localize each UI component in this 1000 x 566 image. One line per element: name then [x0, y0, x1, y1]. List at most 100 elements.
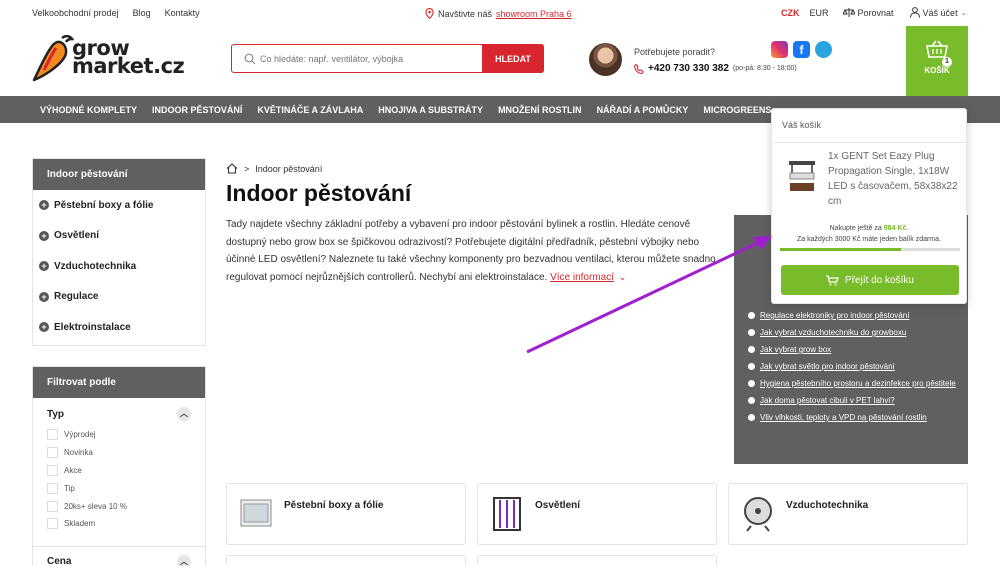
- top-right: CZK EUR Porovnat Váš účet ⌄: [781, 7, 966, 18]
- filter-option[interactable]: Akce: [33, 462, 205, 480]
- nav-item-tools[interactable]: NÁŘADÍ A POMŮCKY: [597, 105, 689, 115]
- home-icon[interactable]: [226, 163, 238, 174]
- sidebar-item-regulation[interactable]: + Regulace: [33, 282, 205, 313]
- user-icon: [909, 7, 920, 18]
- filter-option-label: Skladem: [64, 519, 96, 529]
- sidebar-item-label: Elektroinstalace: [54, 321, 131, 333]
- product-thumbnail[interactable]: [788, 157, 816, 193]
- article-link[interactable]: Hygiena pěstebního prostoru a dezinfekce…: [748, 378, 958, 389]
- filter-option[interactable]: 20ks+ sleva 10 %: [33, 497, 205, 515]
- logo-line-2: market.cz: [72, 54, 185, 78]
- search-bar: HLEDAT: [231, 44, 544, 73]
- checkbox[interactable]: [47, 464, 58, 476]
- filter-panel: Filtrovat podle Typ ︿ Výprodej Novinka Ak…: [32, 366, 206, 566]
- facebook-icon[interactable]: f: [793, 41, 810, 58]
- fan-icon: [744, 497, 772, 532]
- chevron-up-icon[interactable]: ︿: [177, 407, 191, 421]
- telegram-icon[interactable]: [815, 41, 832, 58]
- light-fixture-icon: [493, 497, 521, 531]
- search-icon: [244, 53, 256, 64]
- top-link-wholesale[interactable]: Velkoobchodní prodej: [32, 8, 119, 18]
- category-card-label: Pěstební boxy a fólie: [284, 500, 384, 511]
- nav-item-bundles[interactable]: VÝHODNÉ KOMPLETY: [40, 105, 137, 115]
- chevron-down-icon[interactable]: ⌄: [619, 272, 627, 282]
- category-description: Tady najdete všechny základní potřeby a …: [226, 216, 726, 286]
- category-card-ventilation[interactable]: Vzduchotechnika: [728, 483, 968, 545]
- plus-icon: +: [39, 200, 49, 211]
- showroom-notice: Navštivte náš showroom Praha 6: [425, 8, 572, 19]
- free-shipping-note: Nakupte ještě za 984 Kč. Za každých 3000…: [772, 223, 966, 245]
- breadcrumb-current: Indoor pěstování: [255, 163, 323, 174]
- article-link[interactable]: Jak doma pěstovat cibuli v PET lahvi?: [748, 395, 958, 406]
- sidebar-item-ventilation[interactable]: + Vzduchotechnika: [33, 251, 205, 282]
- account-link[interactable]: Váš účet ⌄: [909, 7, 966, 18]
- checkbox[interactable]: [47, 500, 58, 512]
- breadcrumb-separator: >: [244, 163, 250, 174]
- compare-link[interactable]: Porovnat: [842, 7, 894, 18]
- top-link-contacts[interactable]: Kontakty: [165, 8, 200, 18]
- site-logo[interactable]: grow market.cz: [32, 34, 185, 82]
- cart-item-name[interactable]: 1x GENT Set Eazy Plug Propagation Single…: [828, 149, 963, 209]
- showroom-link[interactable]: showroom Praha 6: [496, 9, 572, 19]
- search-button[interactable]: HLEDAT: [482, 44, 544, 73]
- progress-fill: [780, 248, 901, 251]
- checkbox[interactable]: [47, 447, 58, 459]
- chevron-up-icon[interactable]: ︿: [177, 554, 191, 566]
- currency-czk[interactable]: CZK: [781, 8, 800, 18]
- cart-popup: Váš košík 1x GENT Set Eazy Plug Propagat…: [771, 108, 967, 304]
- article-link[interactable]: Regulace elektroniky pro indoor pěstován…: [748, 310, 958, 321]
- filter-title: Filtrovat podle: [33, 367, 205, 398]
- top-bar: Velkoobchodní prodej Blog Kontakty Navšt…: [0, 0, 1000, 26]
- phone-icon: [634, 63, 644, 74]
- filter-option-label: Výprodej: [64, 430, 96, 440]
- category-card-partial: [226, 555, 466, 566]
- nav-item-fertilizers[interactable]: HNOJIVA A SUBSTRÁTY: [378, 105, 483, 115]
- category-card-lighting[interactable]: Osvětlení: [477, 483, 717, 545]
- article-link[interactable]: Vliv vlhkosti, teploty a VPD na pěstován…: [748, 412, 958, 423]
- category-card-partial: [477, 555, 717, 566]
- filter-option[interactable]: Novinka: [33, 444, 205, 462]
- article-link[interactable]: Jak vybrat grow box: [748, 344, 958, 355]
- category-card-boxes[interactable]: Pěstební boxy a fólie: [226, 483, 466, 545]
- cart-button[interactable]: 1 KOŠÍK: [906, 26, 968, 96]
- social-links: f: [771, 41, 832, 58]
- scale-icon: [842, 7, 855, 17]
- nav-item-pots[interactable]: KVĚTINÁČE A ZÁVLAHA: [257, 105, 363, 115]
- filter-option[interactable]: Skladem: [33, 515, 205, 533]
- sidebar-item-electro[interactable]: + Elektroinstalace: [33, 312, 205, 343]
- article-link[interactable]: Jak vybrat vzduchotechniku do growboxu: [748, 327, 958, 338]
- filter-option-label: 20ks+ sleva 10 %: [64, 501, 127, 511]
- free-shipping-line1: Nakupte ještě za 984 Kč.: [829, 225, 909, 232]
- checkbox[interactable]: [47, 482, 58, 494]
- filter-option-label: Tip: [64, 483, 75, 493]
- go-to-cart-button[interactable]: Přejít do košíku: [781, 265, 959, 295]
- nav-item-propagation[interactable]: MNOŽENÍ ROSTLIN: [498, 105, 582, 115]
- grow-box-icon: [240, 499, 272, 527]
- plus-icon: +: [39, 261, 49, 272]
- checkbox[interactable]: [47, 518, 58, 530]
- filter-option[interactable]: Výprodej: [33, 426, 205, 444]
- instagram-icon[interactable]: [771, 41, 788, 58]
- search-input[interactable]: [256, 45, 482, 72]
- sidebar-item-boxes[interactable]: + Pěstební boxy a fólie: [33, 190, 205, 221]
- plus-icon: +: [39, 230, 49, 241]
- more-info-link[interactable]: Více informací: [550, 272, 614, 283]
- article-link[interactable]: Jak vybrat světlo pro indoor pěstování: [748, 361, 958, 372]
- cart-label: KOŠÍK: [924, 66, 950, 75]
- description-text: Tady najdete všechny základní potřeby a …: [226, 219, 716, 283]
- filter-type-label: Typ: [47, 408, 65, 420]
- checkbox[interactable]: [47, 429, 58, 441]
- filter-type-header[interactable]: Typ ︿: [33, 398, 205, 426]
- top-link-blog[interactable]: Blog: [133, 8, 151, 18]
- nav-item-microgreens[interactable]: MICROGREENS: [703, 105, 771, 115]
- compare-label: Porovnat: [857, 7, 894, 18]
- nav-item-indoor[interactable]: INDOOR PĚSTOVÁNÍ: [152, 105, 242, 115]
- top-links: Velkoobchodní prodej Blog Kontakty: [32, 8, 200, 18]
- sidebar-item-lighting[interactable]: + Osvětlení: [33, 221, 205, 252]
- filter-price-header[interactable]: Cena ︿: [33, 547, 205, 566]
- account-label: Váš účet: [922, 7, 958, 18]
- filter-option[interactable]: Tip: [33, 479, 205, 497]
- help-phone[interactable]: +420 730 330 382: [648, 63, 729, 74]
- free-shipping-line2: Za každých 3000 Kč máte jeden balík zdar…: [797, 236, 941, 243]
- currency-eur[interactable]: EUR: [810, 8, 829, 18]
